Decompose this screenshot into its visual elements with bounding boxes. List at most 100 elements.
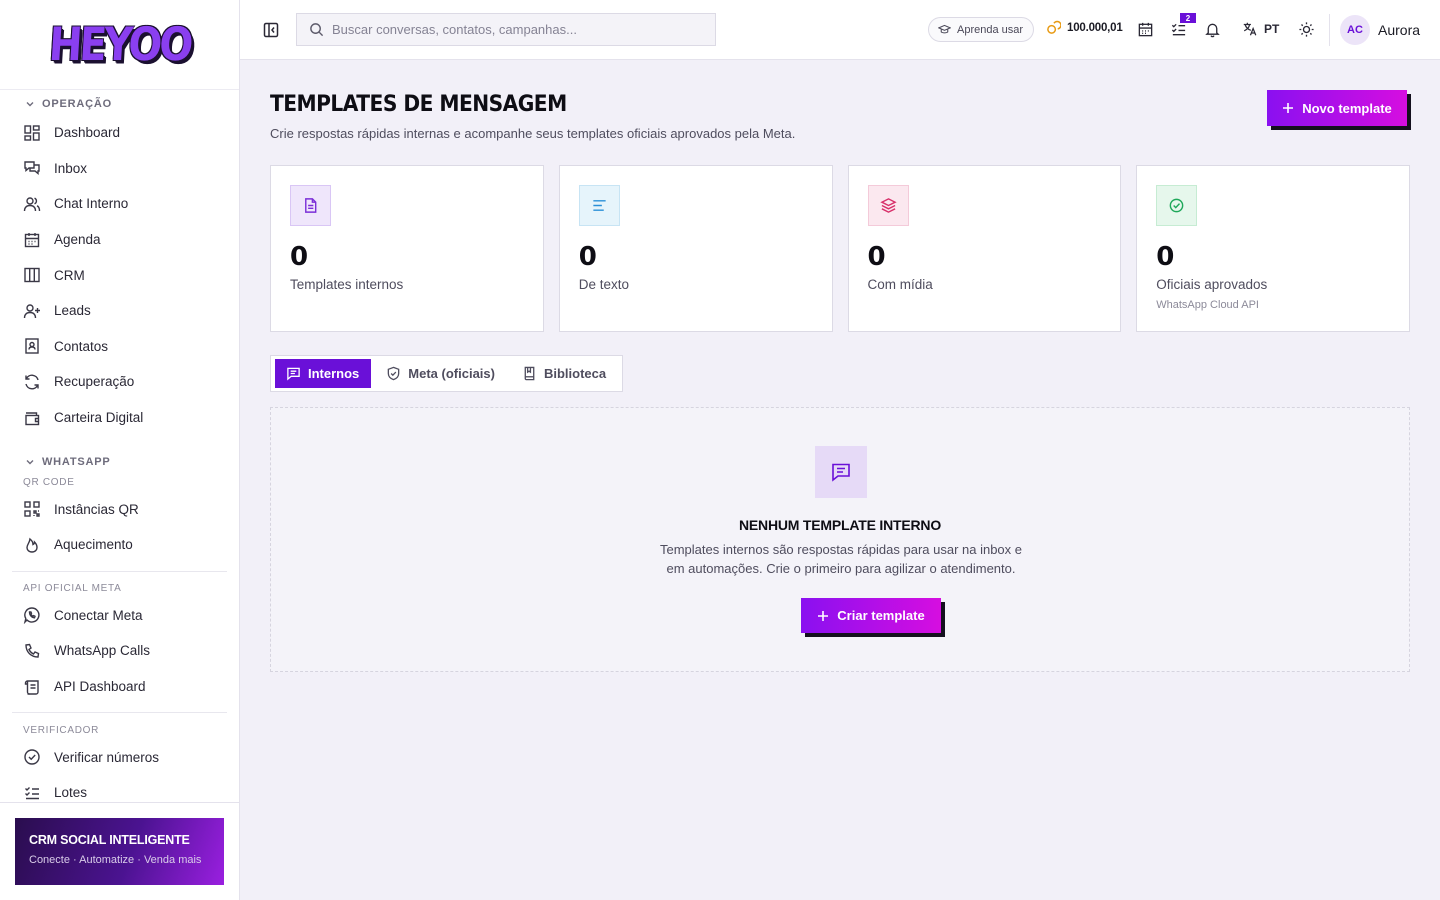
sidebar-collapse-icon[interactable] — [262, 21, 280, 39]
book-icon — [524, 366, 535, 381]
message-square-icon — [287, 367, 300, 381]
sidebar-item-inbox[interactable]: Inbox — [0, 151, 239, 187]
file-text-icon — [290, 185, 331, 226]
sidebar-item-dashboard[interactable]: Dashboard — [0, 115, 239, 151]
promo-title: CRM SOCIAL INTELIGENTE — [29, 833, 190, 847]
calendar-icon — [24, 232, 40, 247]
search-input[interactable] — [332, 22, 692, 37]
tab-meta-oficiais[interactable]: Meta (oficiais) — [375, 359, 507, 388]
coins-balance[interactable]: 100.000,01 — [1046, 20, 1123, 35]
promo-banner[interactable]: CRM SOCIAL INTELIGENTE Conecte · Automat… — [15, 818, 224, 885]
subsection-verificador: VERIFICADOR — [23, 724, 100, 736]
sidebar-item-verificar-numeros[interactable]: Verificar números — [0, 739, 239, 775]
logo-area[interactable]: HEYOO — [0, 0, 239, 90]
stat-card-com-midia: 0 Com mídia — [847, 165, 1122, 332]
tab-biblioteca[interactable]: Biblioteca — [511, 359, 618, 388]
promo-subtitle: Conecte · Automatize · Venda mais — [29, 854, 202, 866]
stat-label: Templates internos — [290, 277, 404, 292]
dashboard-icon — [24, 125, 40, 141]
main-content: TEMPLATES DE MENSAGEM Crie respostas ráp… — [240, 60, 1440, 900]
check-circle-icon — [1156, 185, 1198, 226]
sidebar-item-instancias-qr[interactable]: Instâncias QR — [0, 491, 239, 527]
stat-value: 0 — [578, 242, 597, 272]
stat-card-de-texto: 0 De texto — [558, 165, 833, 332]
whatsapp-icon — [23, 607, 40, 625]
message-square-icon — [815, 446, 867, 498]
stat-label: Com mídia — [867, 277, 933, 292]
plus-icon — [818, 610, 829, 621]
page-subtitle: Crie respostas rápidas internas e acompa… — [270, 126, 796, 141]
template-tabs: Internos Meta (oficiais) Biblioteca — [270, 355, 624, 392]
search-box[interactable] — [296, 13, 716, 46]
chevron-down-icon — [26, 102, 34, 107]
avatar[interactable]: AC — [1340, 15, 1370, 45]
sidebar-item-crm[interactable]: CRM — [0, 257, 239, 293]
stat-value: 0 — [290, 242, 309, 272]
sidebar-item-contatos[interactable]: Contatos — [0, 329, 239, 365]
sidebar-item-aquecimento[interactable]: Aquecimento — [0, 527, 239, 563]
sidebar-item-carteira[interactable]: Carteira Digital — [0, 400, 239, 436]
scroll-icon — [24, 679, 39, 695]
coins-icon — [1047, 20, 1061, 34]
tasks-badge: 2 — [1180, 13, 1196, 23]
list-checks-icon — [25, 786, 39, 799]
empty-title: NENHUM TEMPLATE INTERNO — [738, 517, 942, 533]
divider — [1329, 14, 1330, 46]
kanban-icon — [24, 267, 40, 283]
learn-button[interactable]: Aprenda usar — [928, 17, 1035, 42]
chat-bubbles-icon — [24, 161, 40, 176]
create-template-button[interactable]: Criar template — [801, 598, 941, 633]
user-plus-icon — [23, 304, 40, 318]
divider — [0, 802, 239, 803]
page-title: TEMPLATES DE MENSAGEM — [270, 92, 567, 117]
align-left-icon — [578, 185, 620, 226]
sidebar-item-agenda[interactable]: Agenda — [0, 222, 239, 258]
search-icon — [310, 23, 324, 37]
qr-code-icon — [24, 501, 40, 517]
new-template-button[interactable]: Novo template — [1267, 90, 1407, 126]
subsection-qr-code: QR CODE — [23, 476, 75, 488]
bell-icon[interactable] — [1204, 21, 1221, 38]
sidebar-item-api-dashboard[interactable]: API Dashboard — [0, 669, 239, 705]
sidebar-item-lotes[interactable]: Lotes — [0, 775, 239, 802]
tab-internos[interactable]: Internos — [275, 359, 372, 388]
shield-check-icon — [387, 366, 400, 381]
chevron-down-icon — [26, 460, 34, 465]
divider — [12, 570, 227, 572]
stat-card-oficiais-aprovados: 0 Oficiais aprovados WhatsApp Cloud API — [1136, 165, 1410, 332]
task-list-icon[interactable] — [1170, 21, 1187, 38]
calendar-icon[interactable] — [1137, 21, 1154, 38]
subsection-api-meta: API OFICIAL META — [23, 583, 122, 595]
sidebar: HEYOO OPERAÇÃO Dashboard Inbox Chat Inte… — [0, 0, 240, 900]
stat-value: 0 — [867, 242, 886, 272]
section-operacao[interactable]: OPERAÇÃO — [0, 93, 239, 115]
sidebar-item-whatsapp-calls[interactable]: WhatsApp Calls — [0, 633, 239, 669]
refresh-icon — [25, 374, 39, 390]
stat-label: Oficiais aprovados — [1156, 277, 1268, 292]
sidebar-item-conectar-meta[interactable]: Conectar Meta — [0, 598, 239, 634]
users-icon — [23, 197, 41, 212]
stat-value: 0 — [1156, 242, 1175, 272]
stat-card-templates-internos: 0 Templates internos — [270, 165, 544, 332]
sun-icon[interactable] — [1298, 21, 1315, 38]
stats-row: 0 Templates internos 0 De texto 0 Com mí… — [270, 165, 1410, 332]
topbar: Aprenda usar 100.000,01 2 PT AC Aurora — [240, 0, 1440, 60]
sidebar-nav: OPERAÇÃO Dashboard Inbox Chat Interno Ag… — [0, 90, 239, 802]
section-whatsapp[interactable]: WHATSAPP — [0, 451, 239, 473]
user-name[interactable]: Aurora — [1378, 22, 1420, 38]
language-switcher[interactable]: PT — [1242, 21, 1279, 37]
stat-note: WhatsApp Cloud API — [1156, 299, 1259, 311]
empty-description: Templates internos são respostas rápidas… — [659, 542, 1023, 576]
empty-state: NENHUM TEMPLATE INTERNO Templates intern… — [270, 407, 1410, 672]
graduation-cap-icon — [938, 24, 951, 34]
layers-icon — [867, 185, 909, 226]
plus-icon — [1283, 103, 1294, 113]
check-circle-icon — [24, 749, 40, 765]
sidebar-item-leads[interactable]: Leads — [0, 293, 239, 329]
divider — [12, 712, 227, 714]
sidebar-item-recuperacao[interactable]: Recuperação — [0, 364, 239, 400]
wallet-icon — [25, 411, 40, 425]
sidebar-item-chat-interno[interactable]: Chat Interno — [0, 186, 239, 222]
stat-label: De texto — [578, 277, 630, 292]
logo[interactable]: HEYOO — [47, 18, 192, 71]
